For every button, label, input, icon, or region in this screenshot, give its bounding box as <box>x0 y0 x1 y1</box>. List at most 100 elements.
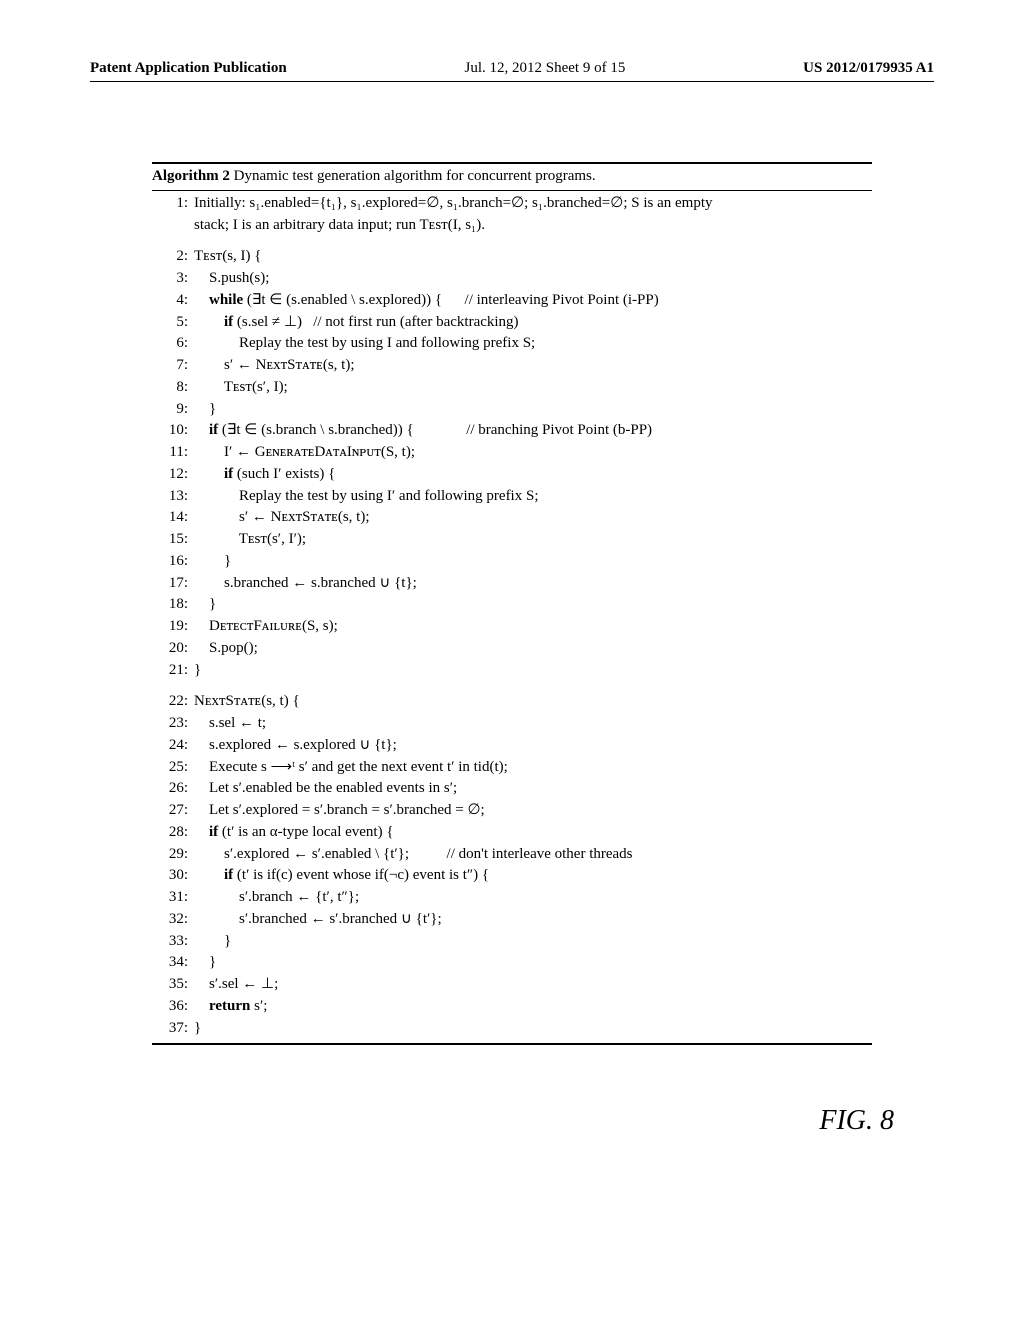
line-number: 29: <box>152 844 194 866</box>
code-text: s′.explored ← s′.enabled \ {t′}; // don'… <box>194 844 633 866</box>
alg-line: 28: if (t′ is an α-type local event) { <box>152 822 872 844</box>
alg-line: 22: NᴇxᴛSᴛᴀᴛᴇ(s, t) { <box>152 691 872 713</box>
code-text: } <box>194 931 231 953</box>
line-number: 4: <box>152 290 194 312</box>
alg-line: 9: } <box>152 399 872 421</box>
code-text: Replay the test by using I and following… <box>194 333 535 355</box>
header-publication: Patent Application Publication <box>90 60 287 77</box>
code-text: I′ ← GᴇɴᴇʀᴀᴛᴇDᴀᴛᴀIɴᴘᴜᴛ(S, t); <box>194 442 415 464</box>
code-text: Execute s ⟶ᵗ s′ and get the next event t… <box>194 757 508 779</box>
line-number: 22: <box>152 691 194 713</box>
alg-line: 20: S.pop(); <box>152 638 872 660</box>
line-number: 34: <box>152 952 194 974</box>
code-text: S.push(s); <box>194 268 269 290</box>
alg-line: 35: s′.sel ← ⊥; <box>152 974 872 996</box>
code-text: s′ ← NᴇxᴛSᴛᴀᴛᴇ(s, t); <box>194 355 355 377</box>
algorithm-number: Algorithm 2 <box>152 168 230 184</box>
code-text: if (∃t ∈ (s.branch \ s.branched)) { // b… <box>194 420 652 442</box>
code-text: NᴇxᴛSᴛᴀᴛᴇ(s, t) { <box>194 691 300 713</box>
code-text: return s′; <box>194 996 267 1018</box>
line-number: 1: <box>152 193 194 215</box>
alg-line: 11: I′ ← GᴇɴᴇʀᴀᴛᴇDᴀᴛᴀIɴᴘᴜᴛ(S, t); <box>152 442 872 464</box>
line-number: 33: <box>152 931 194 953</box>
alg-line: 13: Replay the test by using I′ and foll… <box>152 486 872 508</box>
line-number: 6: <box>152 333 194 355</box>
code-text: s.sel ← t; <box>194 713 266 735</box>
alg-line: 4: while (∃t ∈ (s.enabled \ s.explored))… <box>152 290 872 312</box>
code-text: if (t′ is if(c) event whose if(¬c) event… <box>194 865 489 887</box>
algorithm-title: Algorithm 2 Dynamic test generation algo… <box>152 162 872 191</box>
code-text: s′ ← NᴇxᴛSᴛᴀᴛᴇ(s, t); <box>194 507 370 529</box>
line-number: 11: <box>152 442 194 464</box>
figure-label: FIG. 8 <box>90 1105 934 1137</box>
alg-line: 37: } <box>152 1018 872 1040</box>
code-text: s′.sel ← ⊥; <box>194 974 278 996</box>
line-number: 30: <box>152 865 194 887</box>
code-text: stack; I is an arbitrary data input; run… <box>194 215 485 237</box>
line-number: 16: <box>152 551 194 573</box>
alg-line: 19: DᴇᴛᴇᴄᴛFᴀɪʟᴜʀᴇ(S, s); <box>152 616 872 638</box>
code-text: while (∃t ∈ (s.enabled \ s.explored)) { … <box>194 290 659 312</box>
alg-line: 23: s.sel ← t; <box>152 713 872 735</box>
alg-line: stack; I is an arbitrary data input; run… <box>152 215 872 237</box>
alg-line: 24: s.explored ← s.explored ∪ {t}; <box>152 735 872 757</box>
line-number: 3: <box>152 268 194 290</box>
line-number: 23: <box>152 713 194 735</box>
line-number: 19: <box>152 616 194 638</box>
code-text: } <box>194 594 216 616</box>
line-number: 14: <box>152 507 194 529</box>
line-number: 26: <box>152 778 194 800</box>
code-text: s′.branched ← s′.branched ∪ {t′}; <box>194 909 442 931</box>
alg-line: 17: s.branched ← s.branched ∪ {t}; <box>152 573 872 595</box>
code-text: s′.branch ← {t′, t″}; <box>194 887 359 909</box>
alg-line: 10: if (∃t ∈ (s.branch \ s.branched)) { … <box>152 420 872 442</box>
line-number: 35: <box>152 974 194 996</box>
line-number: 27: <box>152 800 194 822</box>
alg-line: 36: return s′; <box>152 996 872 1018</box>
alg-line: 7: s′ ← NᴇxᴛSᴛᴀᴛᴇ(s, t); <box>152 355 872 377</box>
algorithm-body: 1: Initially: s₁.enabled={t₁}, s₁.explor… <box>152 191 872 1046</box>
alg-line: 6: Replay the test by using I and follow… <box>152 333 872 355</box>
line-number: 21: <box>152 660 194 682</box>
alg-line: 29: s′.explored ← s′.enabled \ {t′}; // … <box>152 844 872 866</box>
algorithm-block: Algorithm 2 Dynamic test generation algo… <box>152 162 872 1045</box>
code-text: Tᴇsᴛ(s, I) { <box>194 246 262 268</box>
code-text: Initially: s₁.enabled={t₁}, s₁.explored=… <box>194 193 713 215</box>
alg-line: 34: } <box>152 952 872 974</box>
line-number: 37: <box>152 1018 194 1040</box>
line-number: 10: <box>152 420 194 442</box>
alg-line: 25: Execute s ⟶ᵗ s′ and get the next eve… <box>152 757 872 779</box>
code-text: S.pop(); <box>194 638 258 660</box>
alg-line: 8: Tᴇsᴛ(s′, I); <box>152 377 872 399</box>
line-number: 24: <box>152 735 194 757</box>
alg-line: 14: s′ ← NᴇxᴛSᴛᴀᴛᴇ(s, t); <box>152 507 872 529</box>
line-number: 31: <box>152 887 194 909</box>
alg-line: 33: } <box>152 931 872 953</box>
code-text: Replay the test by using I′ and followin… <box>194 486 539 508</box>
header-patent-number: US 2012/0179935 A1 <box>803 60 934 77</box>
alg-line: 32: s′.branched ← s′.branched ∪ {t′}; <box>152 909 872 931</box>
line-number: 8: <box>152 377 194 399</box>
alg-line: 21: } <box>152 660 872 682</box>
code-text: s.explored ← s.explored ∪ {t}; <box>194 735 397 757</box>
alg-line: 3: S.push(s); <box>152 268 872 290</box>
line-number: 32: <box>152 909 194 931</box>
code-text: Tᴇsᴛ(s′, I′); <box>194 529 306 551</box>
line-number: 17: <box>152 573 194 595</box>
page-header: Patent Application Publication Jul. 12, … <box>90 60 934 82</box>
alg-line: 18: } <box>152 594 872 616</box>
alg-line: 26: Let s′.enabled be the enabled events… <box>152 778 872 800</box>
alg-line: 30: if (t′ is if(c) event whose if(¬c) e… <box>152 865 872 887</box>
algorithm-caption: Dynamic test generation algorithm for co… <box>230 168 596 184</box>
code-text: if (such I′ exists) { <box>194 464 335 486</box>
code-text: if (s.sel ≠ ⊥) // not first run (after b… <box>194 312 519 334</box>
line-number: 15: <box>152 529 194 551</box>
alg-line: 12: if (such I′ exists) { <box>152 464 872 486</box>
line-number: 18: <box>152 594 194 616</box>
line-number: 2: <box>152 246 194 268</box>
line-number <box>152 215 194 237</box>
line-number: 13: <box>152 486 194 508</box>
line-number: 5: <box>152 312 194 334</box>
alg-line: 2: Tᴇsᴛ(s, I) { <box>152 246 872 268</box>
line-number: 12: <box>152 464 194 486</box>
